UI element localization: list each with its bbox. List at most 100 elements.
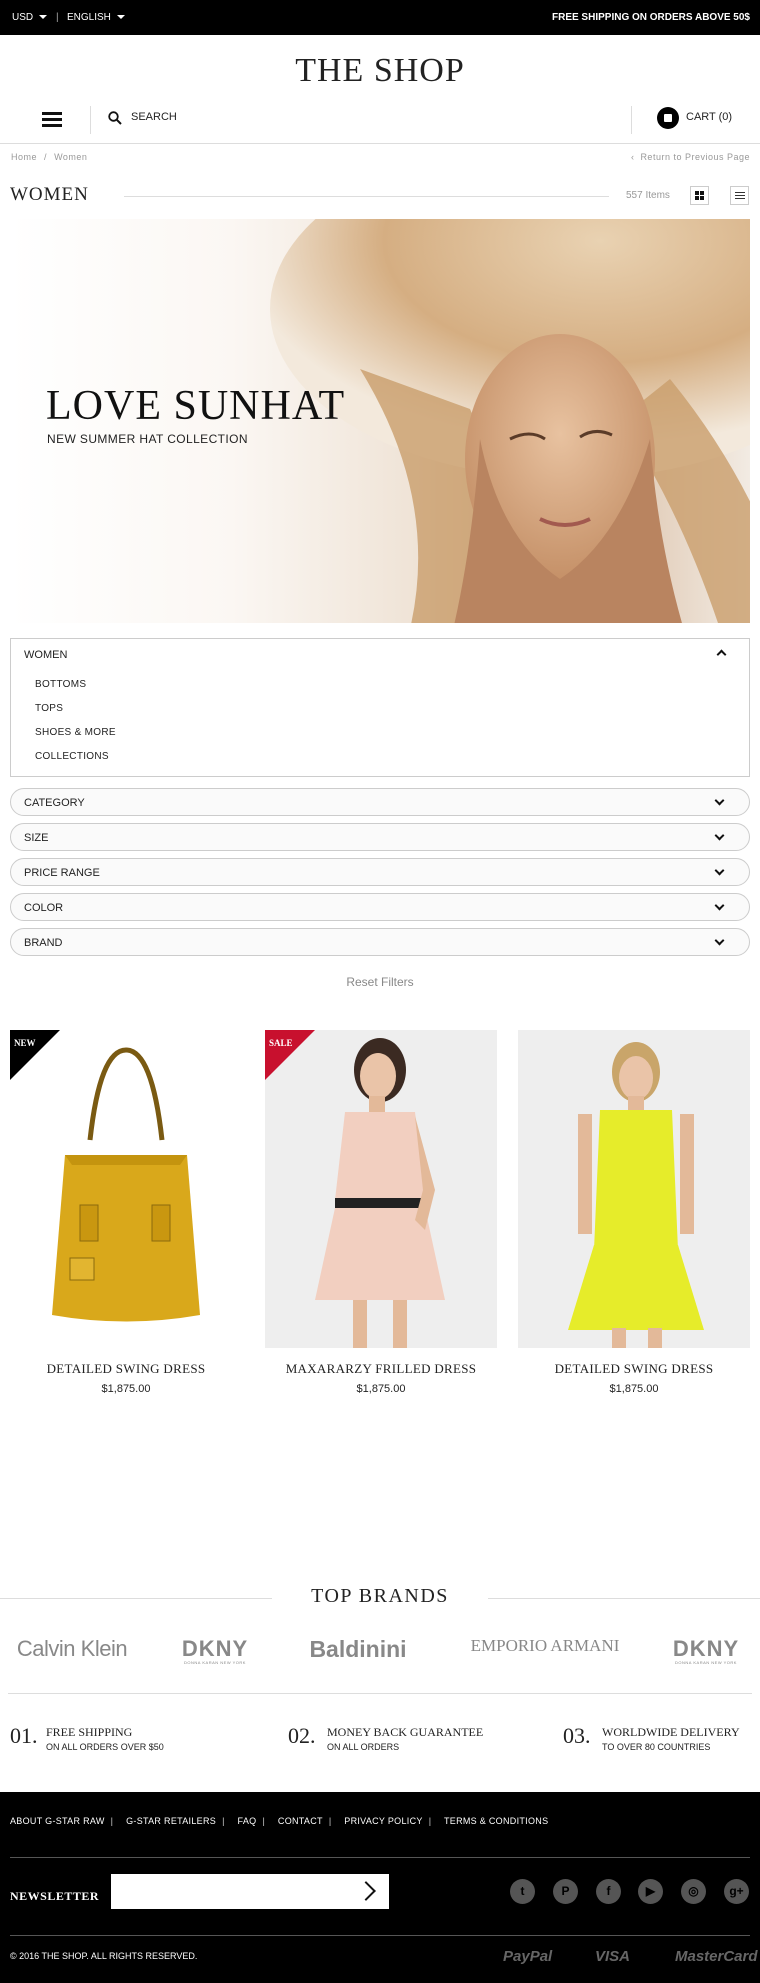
product-price: $1,875.00 (609, 1383, 659, 1395)
badge-sale: SALE (269, 1038, 293, 1048)
cart-icon[interactable] (657, 107, 679, 129)
cart-button[interactable]: CART (0) (686, 111, 732, 123)
feature-subtitle: ON ALL ORDERS (327, 1742, 400, 1752)
hero-title: LOVE SUNHAT (46, 383, 346, 429)
divider (10, 1935, 750, 1936)
product-title[interactable]: DETAILED SWING DRESS (10, 1361, 242, 1377)
feature-number: 01. (10, 1723, 38, 1748)
filter-label: BRAND (24, 937, 63, 949)
footer-link[interactable]: TERMS & CONDITIONS (444, 1816, 548, 1826)
top-bar: USD | ENGLISH FREE SHIPPING ON ORDERS AB… (0, 0, 760, 35)
hero-subtitle: NEW SUMMER HAT COLLECTION (47, 432, 248, 446)
copyright: © 2016 THE SHOP. ALL RIGHTS RESERVED. (10, 1951, 198, 1961)
divider (631, 106, 632, 134)
footer-link[interactable]: G-STAR RETAILERS (126, 1816, 216, 1826)
filter-price-range[interactable]: PRICE RANGE (10, 858, 750, 886)
footer-link-separator: | (222, 1816, 225, 1826)
filter-label: CATEGORY (24, 797, 85, 809)
brand-logo-dkny[interactable]: DKNY DONNA KARAN NEW YORK (170, 1636, 260, 1665)
badge-new: NEW (14, 1038, 36, 1048)
chevron-down-icon (116, 15, 125, 20)
subcategory-item[interactable]: BOTTOMS (35, 679, 86, 690)
search-icon[interactable] (108, 111, 122, 125)
product-card[interactable]: DETAILED SWING DRESS $1,875.00 (518, 1030, 750, 1395)
chevron-left-icon: ‹ (630, 152, 635, 162)
footer-link-separator: | (428, 1816, 432, 1826)
chevron-down-icon (714, 795, 725, 806)
grid-view-icon[interactable] (690, 186, 709, 205)
shipping-notice: FREE SHIPPING ON ORDERS ABOVE 50$ (551, 12, 750, 23)
filter-color[interactable]: COLOR (10, 893, 750, 921)
feature-title: FREE SHIPPING (46, 1725, 133, 1739)
footer-link[interactable]: FAQ (238, 1816, 257, 1826)
divider (8, 1693, 752, 1694)
youtube-icon[interactable]: ▶ (638, 1879, 663, 1904)
language-selector[interactable]: ENGLISH (67, 12, 125, 23)
product-title[interactable]: MAXARARZY FRILLED DRESS (265, 1361, 497, 1377)
product-image[interactable] (518, 1030, 750, 1348)
category-panel-women: WOMEN BOTTOMS TOPS SHOES & MORE COLLECTI… (10, 638, 750, 777)
product-image[interactable]: SALE (265, 1030, 497, 1348)
chevron-down-icon (39, 15, 48, 20)
facebook-icon[interactable]: f (596, 1879, 621, 1904)
search-input[interactable]: SEARCH (131, 111, 177, 123)
divider (10, 1857, 750, 1858)
pinterest-icon[interactable]: P (553, 1879, 578, 1904)
subcategory-item[interactable]: COLLECTIONS (35, 751, 109, 762)
feature-title: MONEY BACK GUARANTEE (327, 1725, 484, 1739)
instagram-icon[interactable]: ◎ (681, 1879, 706, 1904)
mastercard-logo: MasterCard (675, 1948, 758, 1965)
return-link-label: Return to Previous Page (640, 152, 750, 162)
page-title: WOMEN (10, 184, 89, 205)
brand-logo-dkny[interactable]: DKNY DONNA KARAN NEW YORK (661, 1636, 751, 1665)
footer-link-separator: | (262, 1816, 266, 1826)
chevron-up-icon[interactable] (716, 649, 727, 660)
filter-size[interactable]: SIZE (10, 823, 750, 851)
filter-brand[interactable]: BRAND (10, 928, 750, 956)
brands-title: TOP BRANDS (311, 1585, 449, 1607)
product-price: $1,875.00 (101, 1383, 151, 1395)
topbar-separator: | (56, 12, 59, 23)
item-count: 557 Items (626, 190, 670, 201)
breadcrumb: Home / Women (11, 152, 87, 162)
product-card[interactable]: NEW DETAILED SWING DRESS $1,875.00 (10, 1030, 242, 1395)
hero-banner[interactable]: LOVE SUNHAT NEW SUMMER HAT COLLECTION (10, 219, 750, 623)
brand-logo-baldinini[interactable]: Baldinini (298, 1636, 418, 1663)
footer-link-separator: | (328, 1816, 332, 1826)
brand-name: DKNY (181, 1636, 249, 1661)
category-panel-header[interactable]: WOMEN (24, 649, 67, 661)
product-card[interactable]: SALE MAXARARZY FRILLED DRESS $1,875.00 (265, 1030, 497, 1395)
product-title[interactable]: DETAILED SWING DRESS (518, 1361, 750, 1377)
footer-link[interactable]: PRIVACY POLICY (344, 1816, 422, 1826)
subcategory-item[interactable]: SHOES & MORE (35, 727, 116, 738)
chevron-down-icon (714, 935, 725, 946)
breadcrumb-current: Women (54, 152, 88, 162)
twitter-icon[interactable]: t (510, 1879, 535, 1904)
chevron-down-icon (714, 830, 725, 841)
footer-links: ABOUT G-STAR RAW | G-STAR RETAILERS | FAQ |… (10, 1816, 554, 1826)
chevron-down-icon (714, 900, 725, 911)
site-logo[interactable]: THE SHOP (0, 52, 760, 90)
menu-icon[interactable] (42, 112, 62, 128)
paypal-logo: PayPal (503, 1948, 553, 1965)
google-plus-icon[interactable]: g+ (724, 1879, 749, 1904)
filter-category[interactable]: CATEGORY (10, 788, 750, 816)
divider (90, 106, 91, 134)
reset-filters-link[interactable]: Reset Filters (0, 975, 760, 989)
footer-link[interactable]: ABOUT G-STAR RAW (10, 1816, 105, 1826)
language-label: ENGLISH (67, 12, 111, 23)
return-link[interactable]: ‹ Return to Previous Page (631, 152, 750, 162)
brand-logo-emporio-armani[interactable]: EMPORIO ARMANI (460, 1636, 630, 1656)
subcategory-item[interactable]: TOPS (35, 703, 63, 714)
brand-logo-calvin-klein[interactable]: Calvin Klein (12, 1636, 132, 1662)
currency-selector[interactable]: USD (12, 12, 48, 23)
list-view-icon[interactable] (730, 186, 749, 205)
footer-link[interactable]: CONTACT (278, 1816, 323, 1826)
feature-title: WORLDWIDE DELIVERY (602, 1725, 740, 1739)
breadcrumb-home[interactable]: Home (11, 152, 37, 162)
product-image[interactable]: NEW (10, 1030, 242, 1348)
filter-label: SIZE (24, 832, 49, 844)
newsletter-email-input[interactable] (111, 1874, 389, 1909)
title-divider (124, 196, 609, 197)
feature-subtitle: TO OVER 80 COUNTRIES (602, 1742, 711, 1752)
